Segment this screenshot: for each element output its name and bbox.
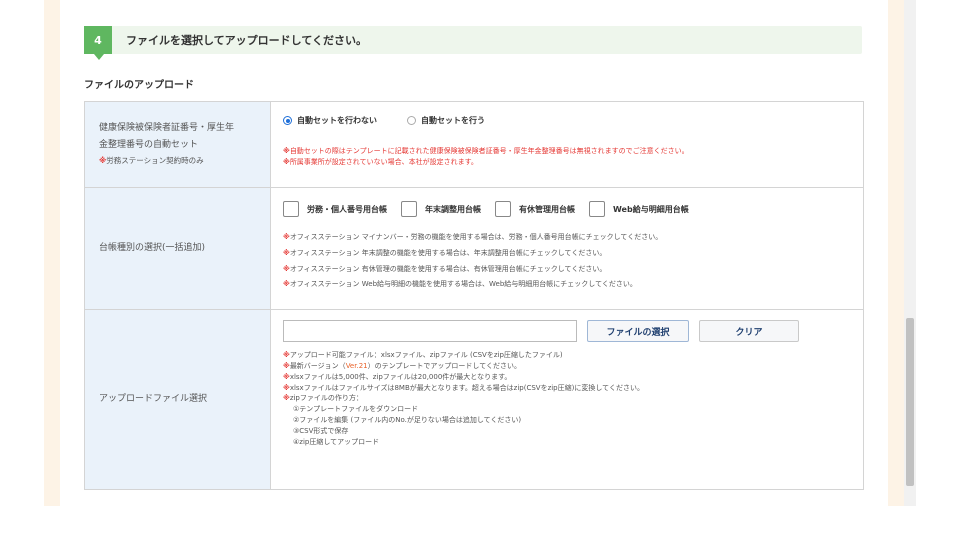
radio-label: 自動セットを行わない xyxy=(297,116,377,125)
row-body-auto-set: 自動セットを行わない 自動セットを行う ※自動セットの際はテンプレートに記載され… xyxy=(271,102,863,187)
file-upload-notes: ※アップロード可能ファイル：xlsxファイル、zipファイル (CSVをzip圧… xyxy=(283,350,644,448)
note-text: アップロード可能ファイル：xlsxファイル、zipファイル (CSVをzip圧縮… xyxy=(289,351,563,359)
auto-set-notes: ※自動セットの際はテンプレートに記載された健康保険被保険者証番号・厚生年金整理番… xyxy=(283,146,689,168)
row-label-line-2: 金整理番号の自動セット xyxy=(99,140,199,151)
file-path-input[interactable] xyxy=(283,320,577,342)
zip-step: ①テンプレートファイルをダウンロード xyxy=(293,405,419,414)
radio-button[interactable] xyxy=(407,116,416,125)
section-title: ファイルのアップロード xyxy=(84,80,194,91)
checkbox-label: 年末調整用台帳 xyxy=(425,204,481,214)
note-line: ※オフィスステーション 年末調整の機能を使用する場合は、年末調整用台帳にチェック… xyxy=(283,246,662,262)
note-mark: ※ xyxy=(283,157,290,166)
note-text: 自動セットの際はテンプレートに記載された健康保険被保険者証番号・厚生年金整理番号… xyxy=(289,147,689,155)
note-line: ※xlsxファイルはファイルサイズは8MBが最大となります。超える場合はzip(… xyxy=(283,383,644,394)
checkbox[interactable] xyxy=(589,201,605,217)
note-text: zipファイルの作り方： xyxy=(289,394,363,403)
note-line: ※所属事業所が設定されていない場合、本社が設定されます。 xyxy=(283,157,689,168)
ledger-checkbox-group: 労務・個人番号用台帳 年末調整用台帳 有休管理用台帳 Web給与明細用台帳 xyxy=(283,201,689,217)
table-row-auto-set: 健康保険被保険者証番号・厚生年 金整理番号の自動セット ※労務ステーション契約時… xyxy=(85,102,863,188)
checkbox-year-end-ledger[interactable]: 年末調整用台帳 xyxy=(401,201,481,217)
select-file-button[interactable]: ファイルの選択 xyxy=(587,320,689,342)
row-sub-label: ※労務ステーション契約時のみ xyxy=(99,154,256,168)
note-text: xlsxファイルは5,000件、zipファイルは20,000件が最大となります。 xyxy=(289,372,512,381)
checkbox-web-payslip-ledger[interactable]: Web給与明細用台帳 xyxy=(589,201,689,217)
clear-button[interactable]: クリア xyxy=(699,320,799,342)
step-badge-pointer xyxy=(94,54,104,60)
row-header-ledger-type: 台帳種別の選択(一括追加) xyxy=(85,188,271,309)
note-mark: ※ xyxy=(283,394,290,403)
row-body-file-select: ファイルの選択 クリア ※アップロード可能ファイル：xlsxファイル、zipファ… xyxy=(271,310,863,489)
table-row-ledger-type: 台帳種別の選択(一括追加) 労務・個人番号用台帳 年末調整用台帳 有休管理用台帳… xyxy=(85,188,863,310)
row-label: 台帳種別の選択(一括追加) xyxy=(99,242,206,253)
checkbox-label: 有休管理用台帳 xyxy=(519,204,575,214)
note-text: xlsxファイルはファイルサイズは8MBが最大となります。超える場合はzip(C… xyxy=(289,383,644,392)
note-text: ）のテンプレートでアップロードしてください。 xyxy=(367,361,521,370)
row-label: アップロードファイル選択 xyxy=(99,393,208,404)
note-text: 最新バージョン（ xyxy=(289,361,346,370)
zip-step: ④zip圧縮してアップロード xyxy=(293,437,380,446)
note-mark: ※ xyxy=(283,351,290,359)
note-line: ※オフィスステーション 有休管理の機能を使用する場合は、有休管理用台帳にチェック… xyxy=(283,262,662,278)
checkbox-label: 労務・個人番号用台帳 xyxy=(307,204,387,214)
zip-step: ②ファイルを編集 (ファイル内のNo.が足りない場合は追加してください) xyxy=(293,416,522,425)
version-link[interactable]: Ver.21 xyxy=(346,362,368,370)
checkbox-paid-leave-ledger[interactable]: 有休管理用台帳 xyxy=(495,201,575,217)
note-line: ※自動セットの際はテンプレートに記載された健康保険被保険者証番号・厚生年金整理番… xyxy=(283,146,689,157)
note-mark: ※ xyxy=(283,264,290,273)
note-text: オフィスステーション マイナンバー・労務の機能を使用する場合は、労務・個人番号用… xyxy=(289,233,663,241)
zip-step: ③CSV形式で保存 xyxy=(293,426,349,435)
checkbox[interactable] xyxy=(495,201,511,217)
note-line: ※xlsxファイルは5,000件、zipファイルは20,000件が最大となります… xyxy=(283,372,644,383)
note-mark: ※ xyxy=(283,147,290,155)
note-mark: ※ xyxy=(283,372,290,381)
checkbox-labor-ledger[interactable]: 労務・個人番号用台帳 xyxy=(283,201,387,217)
note-line: ※アップロード可能ファイル：xlsxファイル、zipファイル (CSVをzip圧… xyxy=(283,350,644,361)
note-text: オフィスステーション Web給与明細の機能を使用する場合は、Web給与明細用台帳… xyxy=(289,280,637,289)
step-number-badge: 4 xyxy=(84,26,112,54)
checkbox-label: Web給与明細用台帳 xyxy=(613,204,689,214)
note-mark: ※ xyxy=(283,383,290,392)
row-body-ledger-type: 労務・個人番号用台帳 年末調整用台帳 有休管理用台帳 Web給与明細用台帳 ※オ… xyxy=(271,188,863,309)
radio-label: 自動セットを行う xyxy=(421,116,485,125)
page: 4 ファイルを選択してアップロードしてください。 ファイルのアップロード 健康保… xyxy=(0,0,960,540)
table-row-file-select: アップロードファイル選択 ファイルの選択 クリア ※アップロード可能ファイル：x… xyxy=(85,310,863,489)
radio-no-auto-set[interactable]: 自動セットを行わない xyxy=(283,115,377,126)
radio-auto-set[interactable]: 自動セットを行う xyxy=(407,115,485,126)
left-margin xyxy=(44,0,60,506)
note-text: オフィスステーション 有休管理の機能を使用する場合は、有休管理用台帳にチェックし… xyxy=(289,264,607,273)
note-mark: ※ xyxy=(283,248,290,257)
row-header-auto-set: 健康保険被保険者証番号・厚生年 金整理番号の自動セット ※労務ステーション契約時… xyxy=(85,102,271,187)
note-line: ※オフィスステーション マイナンバー・労務の機能を使用する場合は、労務・個人番号… xyxy=(283,230,662,246)
note-mark: ※ xyxy=(283,233,290,241)
row-header-file-select: アップロードファイル選択 xyxy=(85,310,271,489)
step-title: ファイルを選択してアップロードしてください。 xyxy=(126,34,368,47)
scrollbar-thumb[interactable] xyxy=(906,318,914,486)
sub-label-text: 労務ステーション契約時のみ xyxy=(106,156,204,166)
checkbox[interactable] xyxy=(283,201,299,217)
note-mark: ※ xyxy=(283,361,290,370)
note-mark: ※ xyxy=(283,280,290,289)
radio-button-selected[interactable] xyxy=(283,116,292,125)
upload-form-table: 健康保険被保険者証番号・厚生年 金整理番号の自動セット ※労務ステーション契約時… xyxy=(84,101,864,490)
ledger-notes: ※オフィスステーション マイナンバー・労務の機能を使用する場合は、労務・個人番号… xyxy=(283,230,662,293)
row-label-line-1: 健康保険被保険者証番号・厚生年 xyxy=(99,123,235,134)
note-text: オフィスステーション 年末調整の機能を使用する場合は、年末調整用台帳にチェックし… xyxy=(289,248,607,257)
note-line: ※最新バージョン（Ver.21）のテンプレートでアップロードしてください。 xyxy=(283,361,644,372)
checkbox[interactable] xyxy=(401,201,417,217)
note-line: ※オフィスステーション Web給与明細の機能を使用する場合は、Web給与明細用台… xyxy=(283,277,662,293)
note-line: ※zipファイルの作り方： xyxy=(283,393,644,404)
auto-set-radio-group: 自動セットを行わない 自動セットを行う xyxy=(283,115,485,126)
right-margin xyxy=(888,0,904,506)
note-text: 所属事業所が設定されていない場合、本社が設定されます。 xyxy=(289,157,478,166)
